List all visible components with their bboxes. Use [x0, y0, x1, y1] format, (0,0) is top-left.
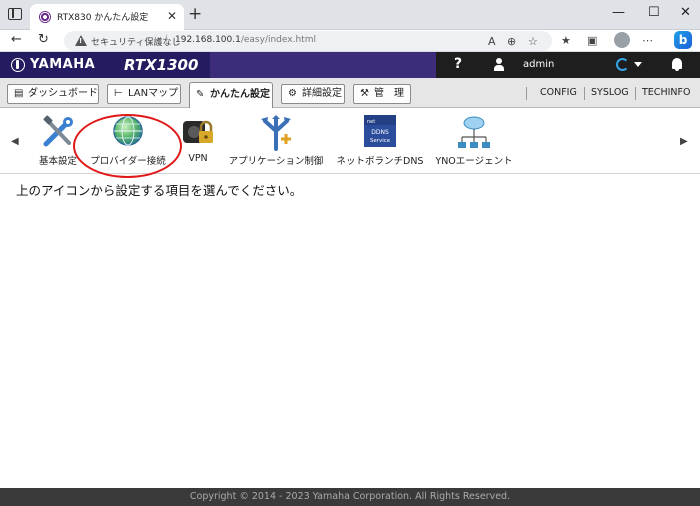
- link-divider: [526, 87, 527, 100]
- tool-application-control[interactable]: アプリケーション制御: [228, 108, 324, 174]
- wizard-icon: ✎: [196, 89, 205, 100]
- favorites-icon[interactable]: ★: [561, 34, 571, 47]
- profile-avatar[interactable]: [614, 32, 630, 48]
- close-window-button[interactable]: ✕: [680, 5, 691, 20]
- favicon-icon: [39, 11, 51, 23]
- tool-vpn[interactable]: VPN: [178, 108, 218, 174]
- techinfo-link[interactable]: TECHINFO: [642, 87, 690, 98]
- status-spinner-icon[interactable]: [616, 58, 629, 71]
- copilot-icon[interactable]: b: [674, 31, 692, 49]
- yno-network-icon: [458, 116, 490, 148]
- tab-advanced-settings[interactable]: ⚙ 詳細設定: [281, 84, 345, 104]
- ddns-service-icon: net DDNS Service: [364, 115, 396, 147]
- back-icon[interactable]: ←: [11, 32, 22, 47]
- url-text[interactable]: 192.168.100.1/easy/index.html: [175, 35, 316, 45]
- tool-label: YNOエージェント: [435, 156, 513, 167]
- config-link[interactable]: CONFIG: [540, 87, 577, 98]
- tab-label: かんたん設定: [210, 89, 270, 100]
- chevron-down-icon[interactable]: [634, 62, 642, 67]
- collections-icon[interactable]: ▣: [587, 34, 597, 47]
- svg-text:DDNS: DDNS: [371, 129, 389, 136]
- footer-copyright: Copyright © 2014 - 2023 Yamaha Corporati…: [0, 488, 700, 506]
- tool-netvolante-dns[interactable]: net DDNS Service ネットボランチDNS: [334, 108, 426, 174]
- user-icon: [494, 58, 504, 72]
- tools-icon: [43, 115, 73, 147]
- link-divider: [584, 87, 585, 100]
- tab-easy-setup[interactable]: ✎ かんたん設定: [189, 82, 273, 108]
- warning-icon[interactable]: [75, 35, 87, 46]
- user-name[interactable]: admin: [523, 59, 554, 70]
- dashboard-icon: ▤: [14, 88, 24, 99]
- browser-tab[interactable]: RTX830 かんたん設定 ✕: [30, 4, 184, 30]
- app-control-icon: [261, 115, 291, 151]
- brand-area: YAMAHA RTX1300: [0, 52, 210, 78]
- setup-toolbar: ◀ 基本設定 プロバイダー接続 VPN アプリケーション制御 net DDNS …: [0, 108, 700, 178]
- instruction-text: 上のアイコンから設定する項目を選んでください。: [16, 183, 303, 198]
- favorite-add-icon[interactable]: ☆: [528, 35, 538, 48]
- tab-management[interactable]: ⚒ 管 理: [353, 84, 411, 104]
- tab-title: RTX830 かんたん設定: [57, 13, 149, 23]
- brand-name: YAMAHA: [30, 57, 96, 72]
- scroll-right-icon[interactable]: ▶: [680, 136, 688, 147]
- tab-dashboard[interactable]: ▤ ダッシュボード: [7, 84, 99, 104]
- reload-icon[interactable]: ↻: [38, 32, 49, 47]
- tab-lanmap[interactable]: ⊢ LANマップ: [107, 84, 181, 104]
- tool-yno-agent[interactable]: YNOエージェント: [434, 108, 514, 174]
- tool-label: VPN: [188, 153, 208, 164]
- tool-label: ネットボランチDNS: [336, 156, 424, 167]
- tab-label: 管 理: [374, 88, 404, 99]
- zoom-icon[interactable]: ⊕: [507, 35, 516, 48]
- syslog-link[interactable]: SYSLOG: [591, 87, 629, 98]
- url-separator: |: [165, 34, 169, 45]
- tab-label: ダッシュボード: [28, 88, 98, 99]
- help-icon[interactable]: ?: [454, 56, 462, 72]
- highlight-circle: [73, 114, 182, 178]
- model-name: RTX1300: [124, 56, 199, 74]
- link-divider: [635, 87, 636, 100]
- more-menu-icon[interactable]: ⋯: [642, 34, 653, 47]
- tab-label: 詳細設定: [302, 88, 342, 99]
- svg-text:Service: Service: [370, 138, 391, 144]
- wrench-icon: ⚒: [360, 88, 369, 99]
- bell-icon[interactable]: [672, 58, 682, 71]
- minimize-button[interactable]: —: [612, 5, 625, 20]
- tool-label: アプリケーション制御: [228, 156, 324, 167]
- lanmap-icon: ⊢: [114, 88, 123, 99]
- address-bar: ← ↻ セキュリティ保護なし | 192.168.100.1/easy/inde…: [0, 30, 700, 52]
- header-actions: ? admin: [436, 52, 700, 78]
- browser-tabbar: RTX830 かんたん設定 ✕ + — ☐ ✕: [0, 0, 700, 30]
- svg-text:net: net: [367, 119, 375, 125]
- main-tabs: ▤ ダッシュボード ⊢ LANマップ ✎ かんたん設定 ⚙ 詳細設定 ⚒ 管 理…: [0, 78, 700, 108]
- maximize-button[interactable]: ☐: [648, 5, 660, 20]
- yamaha-logo-icon: [11, 58, 25, 72]
- new-tab-button[interactable]: +: [188, 4, 202, 24]
- gear-icon: ⚙: [288, 88, 297, 99]
- read-aloud-icon[interactable]: A: [488, 35, 496, 48]
- vpn-lock-icon: [183, 120, 213, 143]
- router-header: YAMAHA RTX1300 ? admin: [0, 52, 700, 78]
- scroll-left-icon[interactable]: ◀: [11, 136, 19, 147]
- tab-actions-icon[interactable]: [8, 8, 22, 20]
- tab-label: LANマップ: [128, 88, 179, 99]
- tab-close-icon[interactable]: ✕: [167, 9, 177, 23]
- url-field[interactable]: セキュリティ保護なし | 192.168.100.1/easy/index.ht…: [64, 31, 552, 51]
